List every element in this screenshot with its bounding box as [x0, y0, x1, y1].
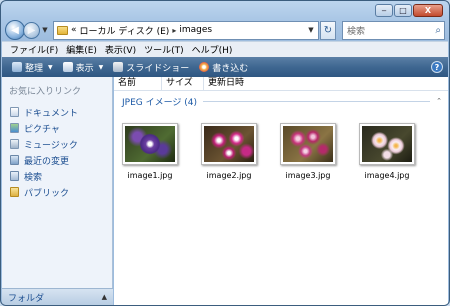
nav-item-label: ドキュメント [24, 108, 79, 119]
chevron-down-icon: ▼ [98, 63, 104, 71]
burn-label: 書き込む [212, 63, 249, 74]
address-drive-crumb[interactable]: ローカル ディスク (E) [80, 24, 170, 37]
thumbnail-frame [280, 123, 336, 165]
nav-item-label: パブリック [24, 188, 70, 199]
nav-item-public[interactable]: パブリック [2, 184, 112, 200]
burn-button[interactable]: 書き込む [194, 61, 253, 74]
column-header-name[interactable]: 名前 [114, 77, 162, 90]
nav-item-search[interactable]: 検索 [2, 168, 112, 184]
forward-arrow-icon: ▶ [27, 24, 36, 36]
help-icon: ? [434, 62, 440, 72]
group-label: JPEG イメージ (4) [122, 97, 198, 108]
music-icon [10, 139, 19, 149]
public-folder-icon [10, 187, 19, 197]
folder-icon [57, 25, 68, 35]
view-label: 表示 [75, 63, 94, 74]
file-name: image1.jpg [127, 171, 173, 180]
nav-item-label: 最近の変更 [24, 156, 70, 167]
back-arrow-icon: ◀ [11, 24, 19, 36]
nav-item-label: ミュージック [24, 140, 78, 151]
slideshow-icon [113, 62, 124, 72]
thumbnail-frame [122, 123, 178, 165]
column-header-modified[interactable]: 更新日時 [204, 77, 264, 90]
command-toolbar: 整理 ▼ 表示 ▼ スライドショー 書き込む ? [2, 57, 448, 77]
view-button[interactable]: 表示 ▼ [58, 61, 109, 74]
search-folder-icon [10, 171, 19, 181]
maximize-button[interactable]: □ [394, 4, 412, 17]
menu-view[interactable]: 表示(V) [101, 43, 140, 56]
group-divider [203, 100, 431, 102]
address-overflow-chevron[interactable]: « [71, 25, 77, 35]
thumbnail-image [362, 126, 412, 162]
chevron-up-icon: ▲ [101, 293, 107, 301]
menu-bar: ファイル(F) 編集(E) 表示(V) ツール(T) ヘルプ(H) [2, 41, 448, 57]
thumbnail-image [125, 126, 175, 162]
file-item[interactable]: image3.jpg [280, 123, 336, 180]
thumbnail-image [283, 126, 333, 162]
organize-button[interactable]: 整理 ▼ [7, 61, 58, 74]
file-list-pane: 名前 サイズ 更新日時 JPEG イメージ (4) ⌃ image1.jpg i… [114, 77, 448, 305]
nav-item-pictures[interactable]: ピクチャ [2, 120, 112, 136]
search-icon[interactable]: ⌕ [435, 25, 441, 36]
thumbnail-image [204, 126, 254, 162]
address-dropdown-icon[interactable]: ▼ [304, 26, 318, 34]
nav-item-music[interactable]: ミュージック [2, 136, 112, 152]
organize-label: 整理 [25, 63, 44, 74]
thumbnail-frame [201, 123, 257, 165]
thumbnail-frame [359, 123, 415, 165]
chevron-up-icon: ⌃ [436, 97, 442, 105]
file-name: image4.jpg [364, 171, 410, 180]
navigation-row: ◀ ▶ ▼ « ローカル ディスク (E) ▸ images ▼ ↻ 検索 ⌕ [5, 18, 445, 42]
refresh-icon: ↻ [323, 24, 333, 36]
favorite-links-heading: お気に入りリンク [9, 87, 82, 97]
column-header-size[interactable]: サイズ [162, 77, 204, 90]
minimize-button[interactable]: ‒ [375, 4, 393, 17]
file-name: image2.jpg [206, 171, 252, 180]
menu-help[interactable]: ヘルプ(H) [188, 43, 237, 56]
nav-item-documents[interactable]: ドキュメント [2, 104, 112, 120]
views-icon [62, 62, 73, 72]
refresh-button[interactable]: ↻ [320, 20, 336, 40]
help-button[interactable]: ? [431, 61, 443, 73]
column-headers: 名前 サイズ 更新日時 [114, 77, 448, 91]
close-button[interactable]: X [413, 4, 443, 17]
recent-changes-icon [10, 155, 19, 165]
navigation-pane: お気に入りリンク ドキュメント ピクチャ ミュージック 最近の変更 検索 パブリ… [2, 77, 113, 289]
menu-tools[interactable]: ツール(T) [140, 43, 188, 56]
group-header[interactable]: JPEG イメージ (4) ⌃ [114, 94, 448, 108]
address-folder-crumb[interactable]: images [179, 25, 212, 35]
slideshow-button[interactable]: スライドショー [108, 61, 194, 74]
chevron-down-icon: ▼ [42, 26, 48, 34]
chevron-down-icon: ▼ [48, 63, 53, 71]
file-item[interactable]: image1.jpg [122, 123, 178, 180]
window-controls: ‒ □ X [375, 4, 443, 17]
forward-button[interactable]: ▶ [23, 21, 40, 39]
organize-icon [12, 62, 22, 72]
menu-edit[interactable]: 編集(E) [62, 43, 101, 56]
nav-item-label: 検索 [24, 172, 43, 183]
menu-file[interactable]: ファイル(F) [6, 43, 62, 56]
disc-burn-icon [199, 62, 210, 72]
folders-label: フォルダ [8, 293, 45, 304]
history-dropdown[interactable]: ▼ [40, 26, 50, 34]
address-separator[interactable]: ▸ [172, 26, 176, 35]
nav-item-recent[interactable]: 最近の変更 [2, 152, 112, 168]
nav-item-label: ピクチャ [24, 124, 60, 135]
file-item[interactable]: image4.jpg [359, 123, 415, 180]
file-name: image3.jpg [285, 171, 331, 180]
file-item[interactable]: image2.jpg [201, 123, 257, 180]
documents-icon [10, 107, 19, 117]
search-placeholder: 検索 [347, 26, 366, 37]
address-bar[interactable]: « ローカル ディスク (E) ▸ images ▼ [53, 20, 319, 40]
folders-pane-toggle[interactable]: フォルダ ▲ [2, 288, 113, 305]
back-button[interactable]: ◀ [5, 20, 25, 40]
pictures-icon [10, 123, 19, 133]
search-input[interactable]: 検索 ⌕ [342, 20, 445, 40]
explorer-window: ‒ □ X ◀ ▶ ▼ « ローカル ディスク (E) ▸ images ▼ ↻… [0, 0, 450, 306]
slideshow-label: スライドショー [126, 63, 190, 74]
